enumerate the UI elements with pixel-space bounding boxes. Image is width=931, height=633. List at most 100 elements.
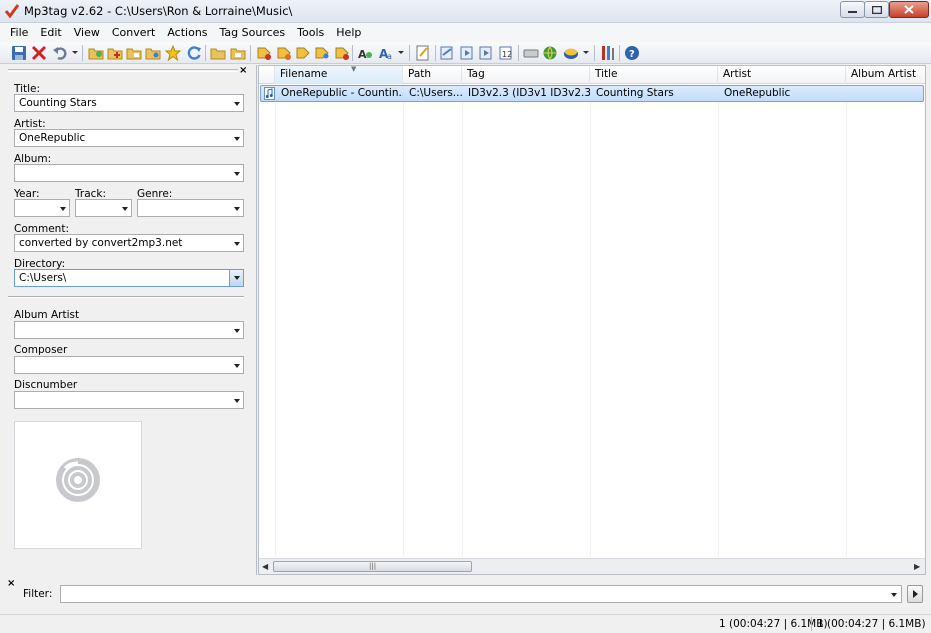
save-icon[interactable] [11,45,27,61]
year-field[interactable] [14,199,70,217]
help-icon[interactable]: ? [624,45,640,61]
panel-grip[interactable] [8,69,238,72]
album-artist-field[interactable] [14,321,244,339]
playlist-icon[interactable] [439,45,455,61]
menu-tag-sources[interactable]: Tag Sources [214,26,292,39]
chevron-down-icon[interactable] [891,593,897,597]
scroll-thumb[interactable]: ||| [273,561,472,572]
undo-icon[interactable] [52,45,68,61]
artist-field[interactable]: OneRepublic [14,129,244,147]
minimize-icon [848,10,857,13]
cover-art[interactable] [14,421,142,549]
menu-bar: File Edit View Convert Actions Tag Sourc… [0,23,931,42]
column-header-blank [259,66,275,84]
file-list: ▼ Filename Path Tag Title Artist Album A… [258,65,926,575]
tag-sources-icon[interactable] [563,45,579,61]
web-sources-icon[interactable] [542,45,558,61]
freedb-icon[interactable] [523,45,539,61]
favorite-directory-icon[interactable] [126,45,142,61]
column-header-path[interactable]: Path [403,66,462,84]
chevron-down-icon[interactable] [234,207,240,211]
discnumber-field[interactable] [14,391,244,409]
add-directory-icon[interactable] [107,45,123,61]
column-header-tag[interactable]: Tag [462,66,590,84]
export-icon[interactable] [210,45,226,61]
horizontal-scrollbar[interactable]: ◀ ||| ▶ [259,558,925,574]
numbering-wizard-icon[interactable]: 12 [498,45,514,61]
filter-close-icon[interactable]: × [7,578,15,589]
chevron-down-icon[interactable] [234,399,240,403]
remove-tag-icon[interactable] [31,45,47,61]
filename-tag-icon[interactable] [276,45,292,61]
actions-icon[interactable]: A [357,45,373,61]
menu-file[interactable]: File [4,26,34,39]
column-header-filename[interactable]: ▼ Filename [275,66,403,84]
export-list-icon[interactable] [459,45,475,61]
filter-label: Filter: [23,588,53,600]
column-header-artist[interactable]: Artist [718,66,846,84]
chevron-down-icon[interactable] [234,102,240,106]
case-conversion-icon[interactable]: Aa [378,45,394,61]
filter-bar: × Filter: [0,578,931,612]
genre-field[interactable] [137,199,244,217]
chevron-down-icon[interactable] [234,364,240,368]
menu-edit[interactable]: Edit [34,26,67,39]
numbering-list-icon[interactable] [478,45,494,61]
chevron-down-icon[interactable] [122,207,128,211]
change-directory-icon[interactable] [88,45,104,61]
refresh-icon[interactable] [186,45,202,61]
favorites-icon[interactable] [165,45,181,61]
comment-field[interactable]: converted by convert2mp3.net [14,234,244,252]
play-icon [913,590,918,598]
composer-field[interactable] [14,356,244,374]
svg-text:?: ? [629,49,635,60]
menu-help[interactable]: Help [330,26,367,39]
scroll-left-icon[interactable]: ◀ [262,562,268,571]
menu-convert[interactable]: Convert [106,26,162,39]
column-label: Filename [280,68,328,80]
scroll-right-icon[interactable]: ▶ [914,562,920,571]
text-file-tag-icon[interactable] [295,45,311,61]
chevron-down-icon[interactable] [234,172,240,176]
column-label: Path [408,68,432,80]
tag-panel-close-icon[interactable]: × [239,65,247,76]
options-icon[interactable] [600,45,616,61]
table-row[interactable]: OneRepublic - Countin... C:\Users... ID3… [260,85,924,102]
auto-numbering-icon[interactable] [334,45,350,61]
maximize-button[interactable] [864,1,889,18]
menu-view[interactable]: View [68,26,106,39]
directory-field[interactable]: C:\Users\ [14,269,244,287]
chevron-down-icon[interactable] [234,242,240,246]
tag-tag-icon[interactable] [314,45,330,61]
menu-actions[interactable]: Actions [161,26,213,39]
artist-value: OneRepublic [19,132,86,144]
extended-tags-icon[interactable] [415,45,431,61]
close-button[interactable] [889,1,929,18]
playlist-folder-icon[interactable] [230,45,246,61]
chevron-down-icon[interactable] [234,329,240,333]
column-header-album-artist[interactable]: Album Artist [846,66,925,84]
svg-text:a: a [387,52,392,61]
column-label: Artist [723,68,752,80]
track-field[interactable] [75,199,132,217]
filter-apply-button[interactable] [907,585,923,603]
column-label: Title [595,68,618,80]
chevron-down-icon[interactable] [60,207,66,211]
title-field[interactable]: Counting Stars [14,94,244,112]
column-label: Album Artist [851,68,917,80]
tag-panel: × Title: Counting Stars Artist: OneRepub… [6,65,257,575]
open-folder-icon[interactable] [145,45,161,61]
tag-filename-icon[interactable] [256,45,272,61]
filter-input[interactable] [60,585,902,603]
status-bar: 1 (00:04:27 | 6.1MB) 1 (00:04:27 | 6.1MB… [0,614,931,633]
maximize-icon [871,5,882,14]
status-total: 1 (00:04:27 | 6.1MB) [817,618,926,630]
cd-placeholder-icon [56,458,100,502]
chevron-down-icon[interactable] [234,137,240,141]
menu-tools[interactable]: Tools [291,26,330,39]
svg-text:A: A [358,48,367,61]
album-field[interactable] [14,164,244,182]
minimize-button[interactable] [840,1,865,18]
column-header-title[interactable]: Title [590,66,718,84]
directory-dropdown-button[interactable] [229,270,243,286]
